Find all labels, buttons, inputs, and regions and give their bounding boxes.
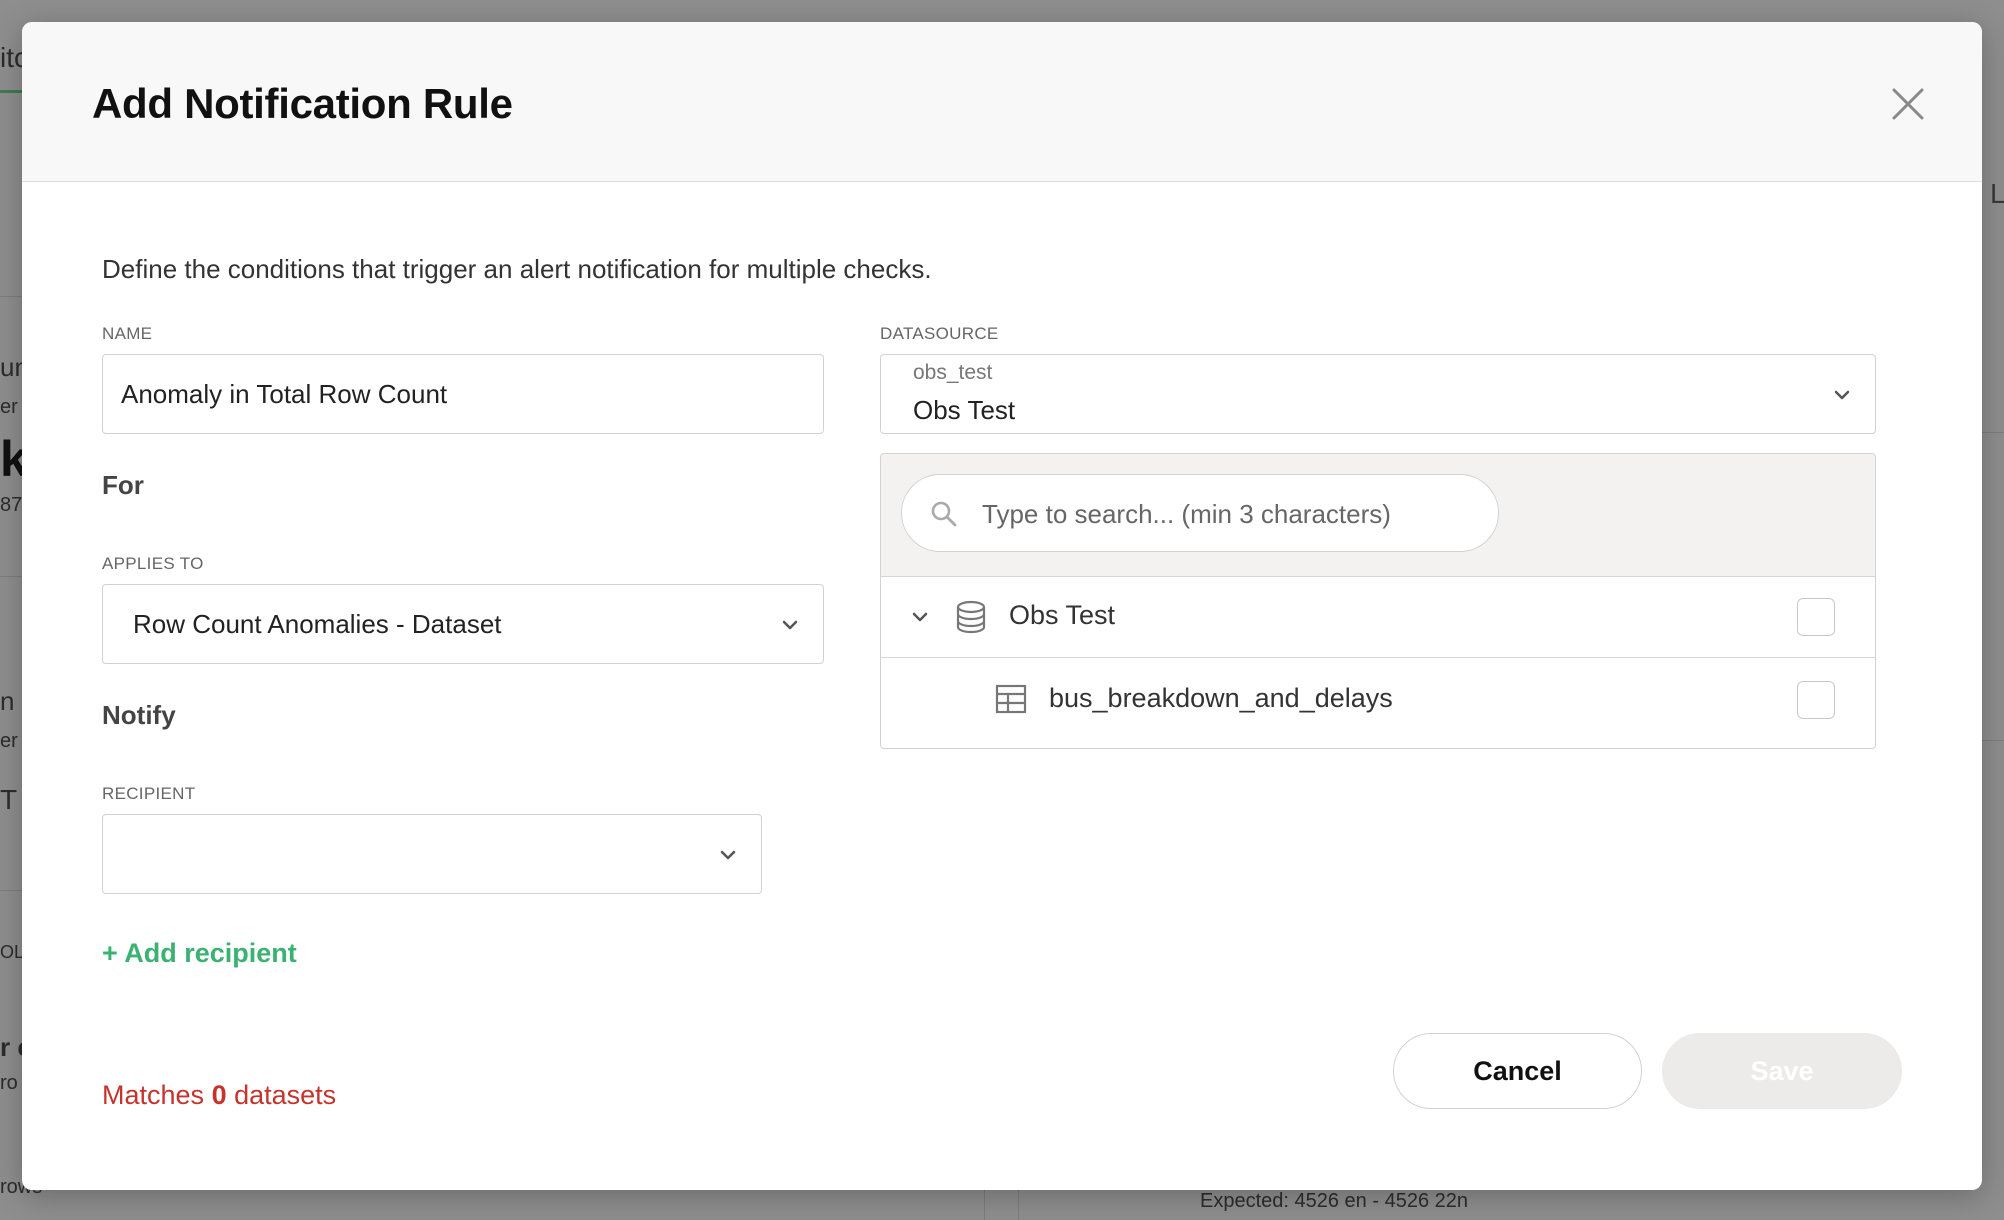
- background-text: T: [0, 784, 18, 815]
- background-divider: [984, 1190, 985, 1220]
- search-input[interactable]: [980, 475, 1484, 553]
- background-divider: [0, 576, 22, 577]
- datasource-label: DATASOURCE: [880, 324, 999, 343]
- applies-to-select[interactable]: Row Count Anomalies - Dataset: [102, 584, 824, 664]
- tree-row-dataset: bus_breakdown_and_delays: [881, 659, 1875, 741]
- cancel-button[interactable]: Cancel: [1393, 1033, 1642, 1109]
- notify-heading: Notify: [102, 700, 176, 730]
- name-input[interactable]: [102, 354, 824, 434]
- datasource-id: obs_test: [913, 361, 993, 384]
- tree-root-label: Obs Test: [1009, 600, 1116, 630]
- background-text: er: [0, 396, 18, 418]
- matches-count: 0: [211, 1080, 227, 1110]
- dataset-tree-panel: Obs Test bus_breakdown_and_delays: [880, 453, 1876, 749]
- tree-child-label: bus_breakdown_and_delays: [1049, 683, 1393, 713]
- save-button[interactable]: Save: [1662, 1033, 1902, 1109]
- add-recipient-link[interactable]: + Add recipient: [102, 938, 297, 969]
- chevron-down-icon: [1834, 390, 1850, 400]
- background-text: ro: [0, 1072, 18, 1094]
- modal-header: Add Notification Rule: [22, 22, 1982, 182]
- tree-root-checkbox[interactable]: [1797, 598, 1835, 636]
- applies-to-value: Row Count Anomalies - Dataset: [133, 609, 502, 639]
- database-icon: [956, 600, 986, 634]
- modal-description: Define the conditions that trigger an al…: [102, 254, 932, 284]
- name-label: NAME: [102, 324, 153, 343]
- matches-prefix: Matches: [102, 1080, 205, 1110]
- search-box: [901, 474, 1499, 553]
- recipient-select[interactable]: [102, 814, 762, 894]
- background-text: L: [1990, 178, 2004, 209]
- datasource-value: Obs Test: [913, 395, 1016, 425]
- table-icon: [995, 684, 1027, 714]
- tree-child-checkbox[interactable]: [1797, 681, 1835, 719]
- matches-summary: Matches 0 datasets: [102, 1080, 336, 1111]
- background-divider: [0, 296, 22, 297]
- tree-row-datasource: Obs Test: [881, 576, 1875, 658]
- chevron-down-icon: [720, 850, 736, 860]
- for-heading: For: [102, 470, 144, 500]
- background-divider: [1982, 740, 2004, 741]
- datasource-select[interactable]: obs_test Obs Test: [880, 354, 1876, 434]
- add-notification-rule-modal: Add Notification Rule Define the conditi…: [22, 22, 1982, 1190]
- chevron-down-icon: [782, 620, 798, 630]
- chevron-down-icon[interactable]: [911, 611, 929, 623]
- background-divider: [1018, 1190, 1019, 1220]
- background-text: er: [0, 730, 18, 752]
- matches-suffix: datasets: [234, 1080, 337, 1110]
- close-icon: [1892, 88, 1924, 120]
- background-text: Expected: 4526 en - 4526 22n: [1200, 1190, 1468, 1212]
- background-text: 87: [0, 494, 23, 516]
- search-icon: [931, 501, 957, 527]
- background-divider: [1982, 432, 2004, 433]
- tree-search-area: [881, 454, 1875, 577]
- recipient-label: RECIPIENT: [102, 784, 196, 803]
- modal-title: Add Notification Rule: [92, 80, 513, 127]
- applies-to-label: APPLIES TO: [102, 554, 204, 573]
- background-tab-underline: [0, 90, 22, 93]
- background-divider: [0, 890, 22, 891]
- close-button[interactable]: [1886, 82, 1930, 126]
